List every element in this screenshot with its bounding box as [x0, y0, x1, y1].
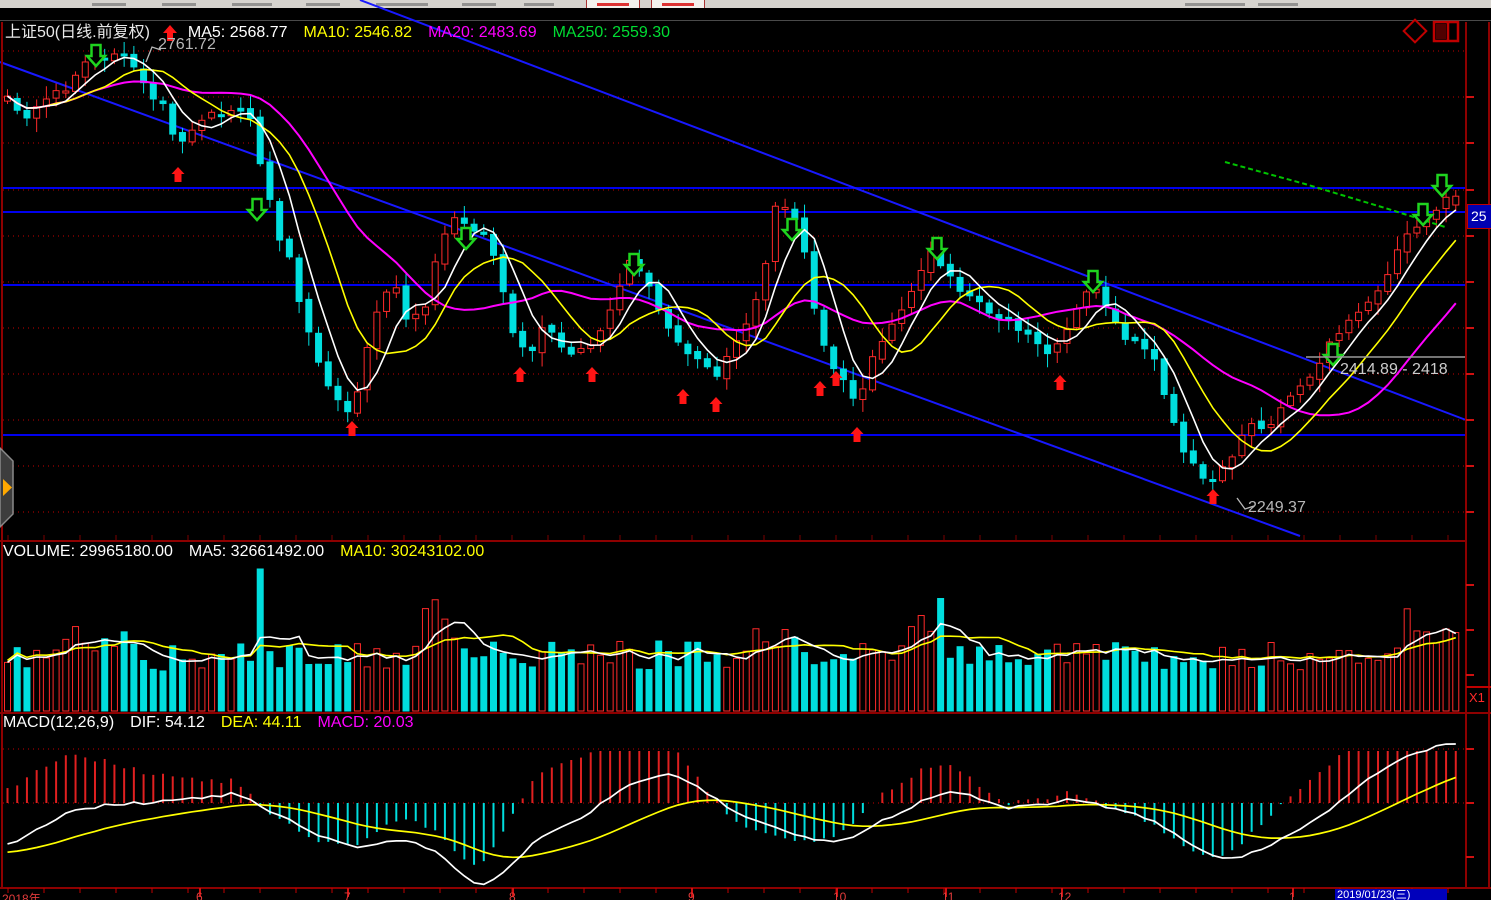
ma20-value: MA20: 2483.69 — [428, 24, 537, 47]
volume-ma5-value: MA5: 32661492.00 — [189, 543, 324, 561]
macd-value: MACD: 20.03 — [318, 714, 414, 732]
dea-value: DEA: 44.11 — [221, 714, 302, 732]
month-label: 12 — [1058, 890, 1071, 900]
trading-app-window: 上证50(日线.前复权) MA5: 2568.77 MA10: 2546.82 … — [0, 0, 1491, 900]
month-label: 10 — [833, 890, 846, 900]
volume-header: VOLUME: 29965180.00 MA5: 32661492.00 MA1… — [3, 543, 484, 561]
volume-value: VOLUME: 29965180.00 — [3, 543, 173, 561]
year-axis-label: 2018年 — [2, 890, 41, 900]
month-label: 11 — [942, 890, 954, 900]
month-label: 9 — [688, 890, 695, 900]
ma10-value: MA10: 2546.82 — [304, 24, 413, 47]
ma250-value: MA250: 2559.30 — [553, 24, 670, 47]
low-price-annotation: 2249.37 — [1248, 499, 1306, 517]
high-price-annotation: 2761.72 — [158, 36, 216, 54]
macd-name: MACD(12,26,9) — [3, 714, 114, 732]
month-label: 6 — [196, 890, 203, 900]
month-label: 8 — [509, 890, 516, 900]
chart-area[interactable] — [0, 0, 1491, 900]
price-axis-badge: 25 — [1467, 204, 1491, 229]
volume-scale-label: X1 — [1469, 690, 1485, 705]
macd-header: MACD(12,26,9) DIF: 54.12 DEA: 44.11 MACD… — [3, 714, 414, 732]
symbol-title: 上证50(日线.前复权) — [5, 24, 150, 47]
dif-value: DIF: 54.12 — [130, 714, 205, 732]
volume-ma10-value: MA10: 30243102.00 — [340, 543, 484, 561]
month-label: 7 — [344, 890, 351, 900]
main-chart-header: 上证50(日线.前复权) MA5: 2568.77 MA10: 2546.82 … — [5, 24, 670, 47]
date-axis-badge: 2019/01/23(三) — [1335, 889, 1447, 900]
month-label: 1 — [1289, 890, 1296, 900]
range-annotation: 2414.89 - 2418 — [1340, 361, 1448, 379]
